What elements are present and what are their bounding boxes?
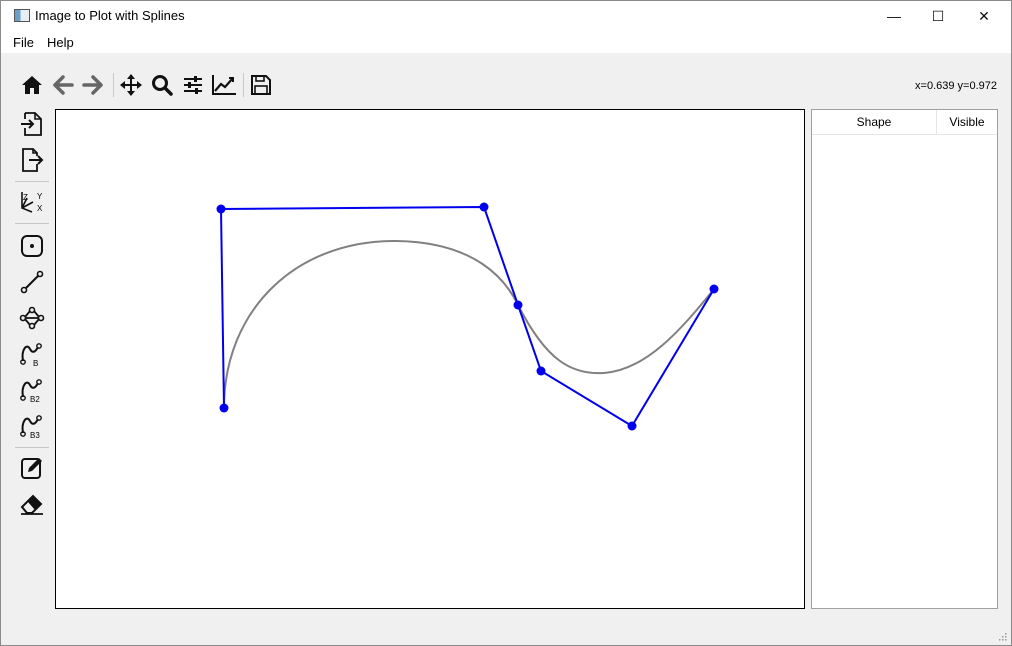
axes-z-label: Z [23, 193, 28, 202]
sidebar-separator [15, 223, 49, 224]
axes-x-label: X [37, 204, 43, 213]
column-header-visible[interactable]: Visible [937, 110, 997, 134]
bspline-2-icon: B2 [20, 379, 42, 403]
forward-arrow-icon [82, 75, 103, 95]
configure-subplots-button[interactable] [180, 72, 206, 98]
cursor-coordinates: x=0.639 y=0.972 [915, 80, 997, 92]
edit-axis-curve-icon [212, 75, 236, 95]
zoom-button[interactable] [149, 72, 175, 98]
axes-y-label: Y [37, 192, 43, 201]
polyline-tool-button[interactable] [17, 303, 47, 333]
eraser-icon [20, 494, 43, 515]
resize-grip-icon[interactable] [999, 633, 1007, 641]
minimize-button[interactable]: — [871, 1, 917, 31]
import-button[interactable] [17, 109, 47, 139]
back-button[interactable] [50, 72, 76, 98]
axes-button[interactable]: Z Y X [17, 187, 47, 217]
bspline-tool-button[interactable]: B [17, 339, 47, 369]
bspline-2-tool-button[interactable]: B2 [17, 375, 47, 405]
back-arrow-icon [53, 75, 74, 95]
pan-move-icon [120, 74, 142, 96]
control-point[interactable] [479, 202, 489, 212]
plot-canvas[interactable] [55, 109, 805, 609]
menu-file[interactable]: File [13, 35, 34, 50]
spline-curve [223, 239, 715, 409]
bspline-2-label: B2 [30, 395, 40, 403]
forward-button[interactable] [80, 72, 106, 98]
axes-zyx-icon: Z Y X [21, 192, 43, 213]
zoom-magnifier-icon [152, 75, 173, 96]
bspline-label: B [33, 359, 38, 367]
eraser-tool-button[interactable] [17, 489, 47, 519]
save-icon [251, 75, 271, 95]
home-icon [22, 76, 42, 94]
column-header-shape[interactable]: Shape [812, 110, 937, 134]
close-button[interactable]: ✕ [961, 1, 1007, 31]
toolbar-separator [113, 73, 114, 97]
tool-sidebar: Z Y X B B2 B3 [9, 107, 55, 527]
point-tool-button[interactable] [17, 231, 47, 261]
plot-svg[interactable] [56, 110, 804, 608]
menu-bar: File Help [1, 31, 1011, 53]
sidebar-separator [15, 447, 49, 448]
edit-tool-button[interactable] [17, 453, 47, 483]
home-button[interactable] [19, 72, 45, 98]
maximize-button[interactable]: ☐ [915, 1, 961, 31]
shapes-table-header: Shape Visible [812, 110, 997, 135]
configure-subplots-icon [184, 76, 202, 94]
app-window: Image to Plot with Splines — ☐ ✕ File He… [0, 0, 1012, 646]
point-icon [21, 235, 43, 257]
import-icon [21, 112, 42, 136]
edit-axis-button[interactable] [211, 72, 237, 98]
window-title: Image to Plot with Splines [35, 8, 185, 23]
control-point[interactable] [627, 421, 637, 431]
export-button[interactable] [17, 145, 47, 175]
title-bar[interactable]: Image to Plot with Splines — ☐ ✕ [1, 1, 1011, 31]
app-icon [14, 9, 30, 22]
toolbar-separator [243, 73, 244, 97]
export-icon [22, 148, 44, 172]
bspline-3-icon: B3 [20, 415, 42, 439]
bspline-3-tool-button[interactable]: B3 [17, 411, 47, 441]
bspline-3-label: B3 [30, 431, 40, 439]
bspline-icon: B [20, 343, 42, 367]
control-point[interactable] [216, 204, 226, 214]
save-button[interactable] [248, 72, 274, 98]
control-point[interactable] [219, 403, 229, 413]
toolbar: x=0.639 y=0.972 [1, 59, 1011, 107]
edit-icon [21, 458, 42, 479]
control-point[interactable] [513, 300, 523, 310]
control-point[interactable] [709, 284, 719, 294]
menu-help[interactable]: Help [47, 35, 74, 50]
line-tool-button[interactable] [17, 267, 47, 297]
sidebar-separator [15, 181, 49, 182]
control-point[interactable] [536, 366, 546, 376]
polyline-icon [19, 306, 45, 330]
pan-button[interactable] [118, 72, 144, 98]
shapes-panel: Shape Visible [811, 109, 998, 609]
control-polygon [219, 205, 715, 428]
line-icon [20, 270, 44, 294]
